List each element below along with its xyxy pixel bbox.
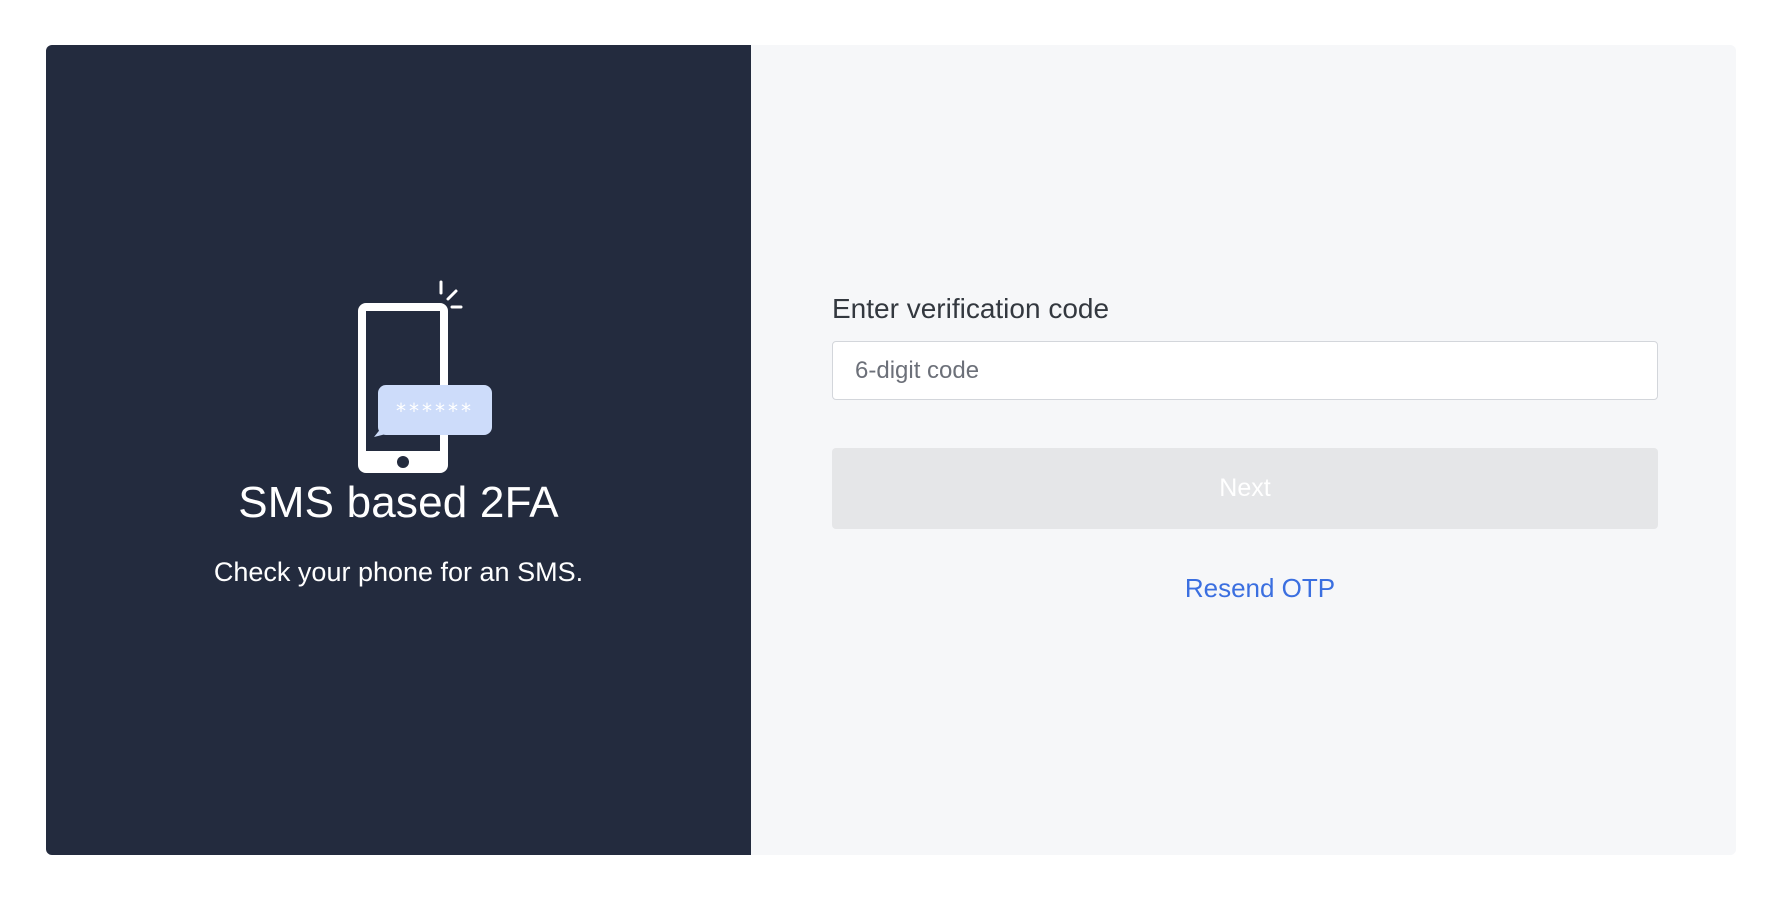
bubble-mask-text: ****** [396,399,474,423]
page-title: SMS based 2FA [238,478,559,527]
next-button[interactable]: Next [832,448,1658,529]
verification-code-label: Enter verification code [832,293,1110,324]
info-panel: ****** SMS based 2FA Check your phone fo… [46,45,751,855]
verification-form: Enter verification code Next Resend OTP [832,293,1658,604]
instruction-text: Check your phone for an SMS. [213,557,584,587]
verification-code-input[interactable] [832,341,1658,400]
verification-card: ****** SMS based 2FA Check your phone fo… [46,45,1736,855]
phone-sms-icon: ****** [358,280,492,473]
form-panel: Enter verification code Next Resend OTP [751,45,1736,855]
resend-otp-link[interactable]: Resend OTP [862,573,1658,604]
